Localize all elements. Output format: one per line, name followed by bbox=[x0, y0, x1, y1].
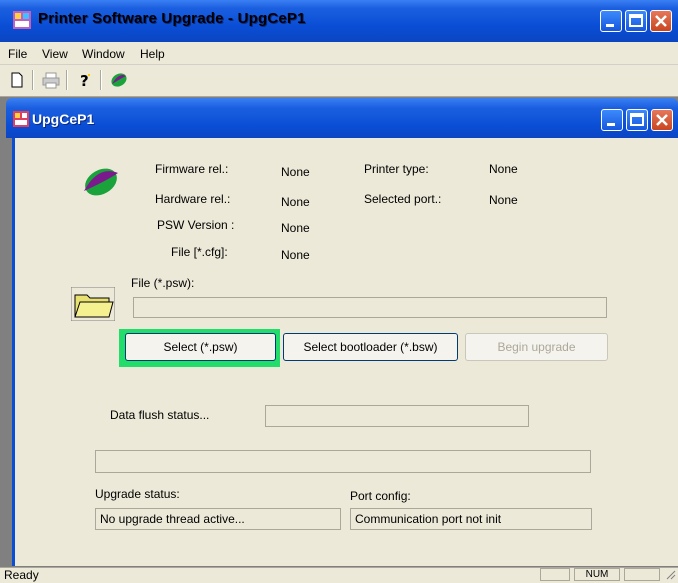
minimize-icon bbox=[607, 123, 615, 126]
status-ready-text: Ready bbox=[4, 568, 39, 582]
close-icon bbox=[656, 114, 668, 126]
firmware-value: None bbox=[281, 165, 310, 179]
file-psw-label: File (*.psw): bbox=[131, 276, 195, 290]
psw-version-value: None bbox=[281, 221, 310, 235]
data-flush-status-field bbox=[265, 405, 529, 427]
cfg-file-value: None bbox=[281, 248, 310, 262]
app-logo-icon bbox=[84, 168, 118, 196]
child-minimize-button[interactable] bbox=[601, 109, 623, 131]
data-flush-label: Data flush status... bbox=[110, 408, 210, 422]
printer-type-label: Printer type: bbox=[364, 162, 429, 176]
status-pane-empty bbox=[624, 568, 660, 581]
child-title-bar bbox=[6, 98, 678, 138]
app-logo-icon[interactable] bbox=[108, 69, 130, 91]
window-title: Printer Software Upgrade - UpgCeP1 bbox=[38, 10, 306, 27]
upgrade-status-label: Upgrade status: bbox=[95, 487, 180, 501]
svg-text:?: ? bbox=[80, 72, 89, 90]
select-psw-button[interactable]: Select (*.psw) bbox=[125, 333, 276, 361]
child-window-icon bbox=[13, 111, 29, 127]
child-window-title: UpgCeP1 bbox=[32, 111, 95, 127]
firmware-label: Firmware rel.: bbox=[155, 162, 229, 176]
upgrade-progress-bar bbox=[95, 450, 591, 473]
close-icon bbox=[655, 15, 667, 27]
toolbar-separator bbox=[100, 70, 102, 90]
selected-port-value: None bbox=[489, 193, 518, 207]
print-icon[interactable] bbox=[40, 69, 62, 91]
menu-view[interactable]: View bbox=[42, 47, 68, 61]
printer-upgrade-app-icon bbox=[13, 11, 31, 29]
begin-upgrade-button[interactable]: Begin upgrade bbox=[465, 333, 608, 361]
resize-grip-icon[interactable] bbox=[664, 568, 676, 581]
selected-port-label: Selected port.: bbox=[364, 192, 442, 206]
hardware-label: Hardware rel.: bbox=[155, 192, 231, 206]
minimize-button[interactable] bbox=[600, 10, 622, 32]
cfg-file-label: File [*.cfg]: bbox=[171, 245, 228, 259]
select-bootloader-button[interactable]: Select bootloader (*.bsw) bbox=[283, 333, 458, 361]
maximize-button[interactable] bbox=[625, 10, 647, 32]
psw-version-label: PSW Version : bbox=[157, 218, 235, 232]
status-pane-empty bbox=[540, 568, 570, 581]
close-button[interactable] bbox=[650, 10, 672, 32]
menu-help[interactable]: Help bbox=[140, 47, 165, 61]
child-close-button[interactable] bbox=[651, 109, 673, 131]
printer-type-value: None bbox=[489, 162, 518, 176]
upgrade-status-field: No upgrade thread active... bbox=[95, 508, 341, 530]
toolbar-separator bbox=[66, 70, 68, 90]
folder-icon[interactable] bbox=[71, 287, 115, 321]
file-path-input[interactable] bbox=[133, 297, 607, 318]
maximize-icon bbox=[629, 14, 643, 27]
port-config-field: Communication port not init bbox=[350, 508, 592, 530]
help-pointer-icon[interactable]: ? bbox=[74, 69, 96, 91]
status-num-indicator: NUM bbox=[574, 568, 620, 581]
minimize-icon bbox=[606, 24, 614, 27]
menu-window[interactable]: Window bbox=[82, 47, 125, 61]
child-maximize-button[interactable] bbox=[626, 109, 648, 131]
new-document-icon[interactable] bbox=[6, 69, 28, 91]
menu-file[interactable]: File bbox=[8, 47, 27, 61]
toolbar-separator bbox=[32, 70, 34, 90]
hardware-value: None bbox=[281, 195, 310, 209]
maximize-icon bbox=[630, 113, 644, 126]
port-config-label: Port config: bbox=[350, 489, 411, 503]
